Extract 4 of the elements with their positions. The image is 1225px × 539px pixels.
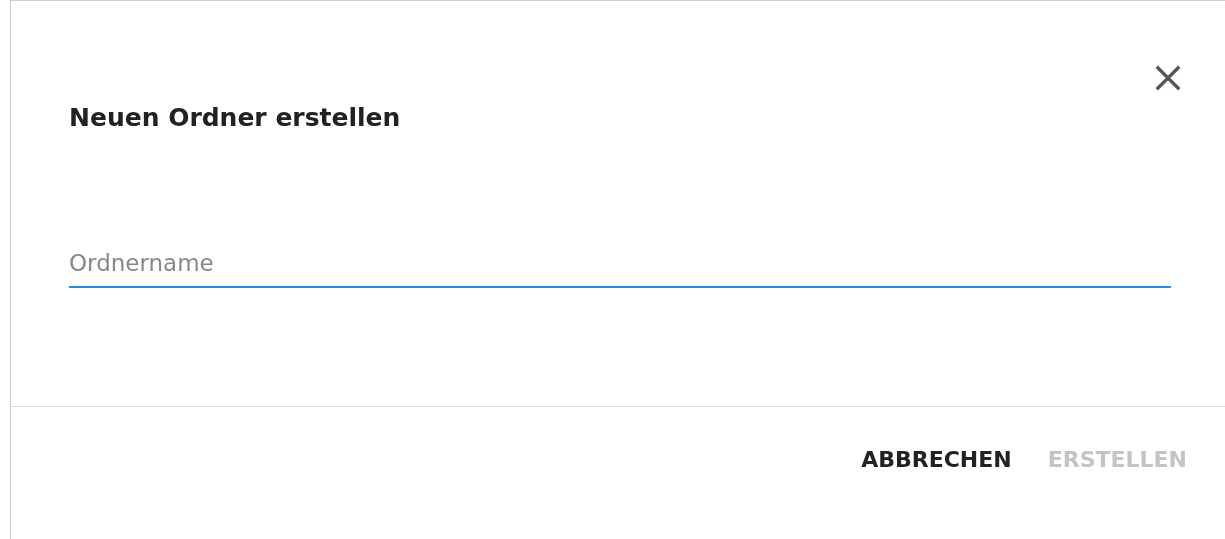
dialog-button[interactable]: ABBRECHEN <box>853 439 1020 480</box>
folder-name-field[interactable]: Ordnername <box>69 250 1171 288</box>
close-icon[interactable] <box>1153 63 1183 93</box>
dialog-title: Neuen Ordner erstellen <box>69 103 402 132</box>
